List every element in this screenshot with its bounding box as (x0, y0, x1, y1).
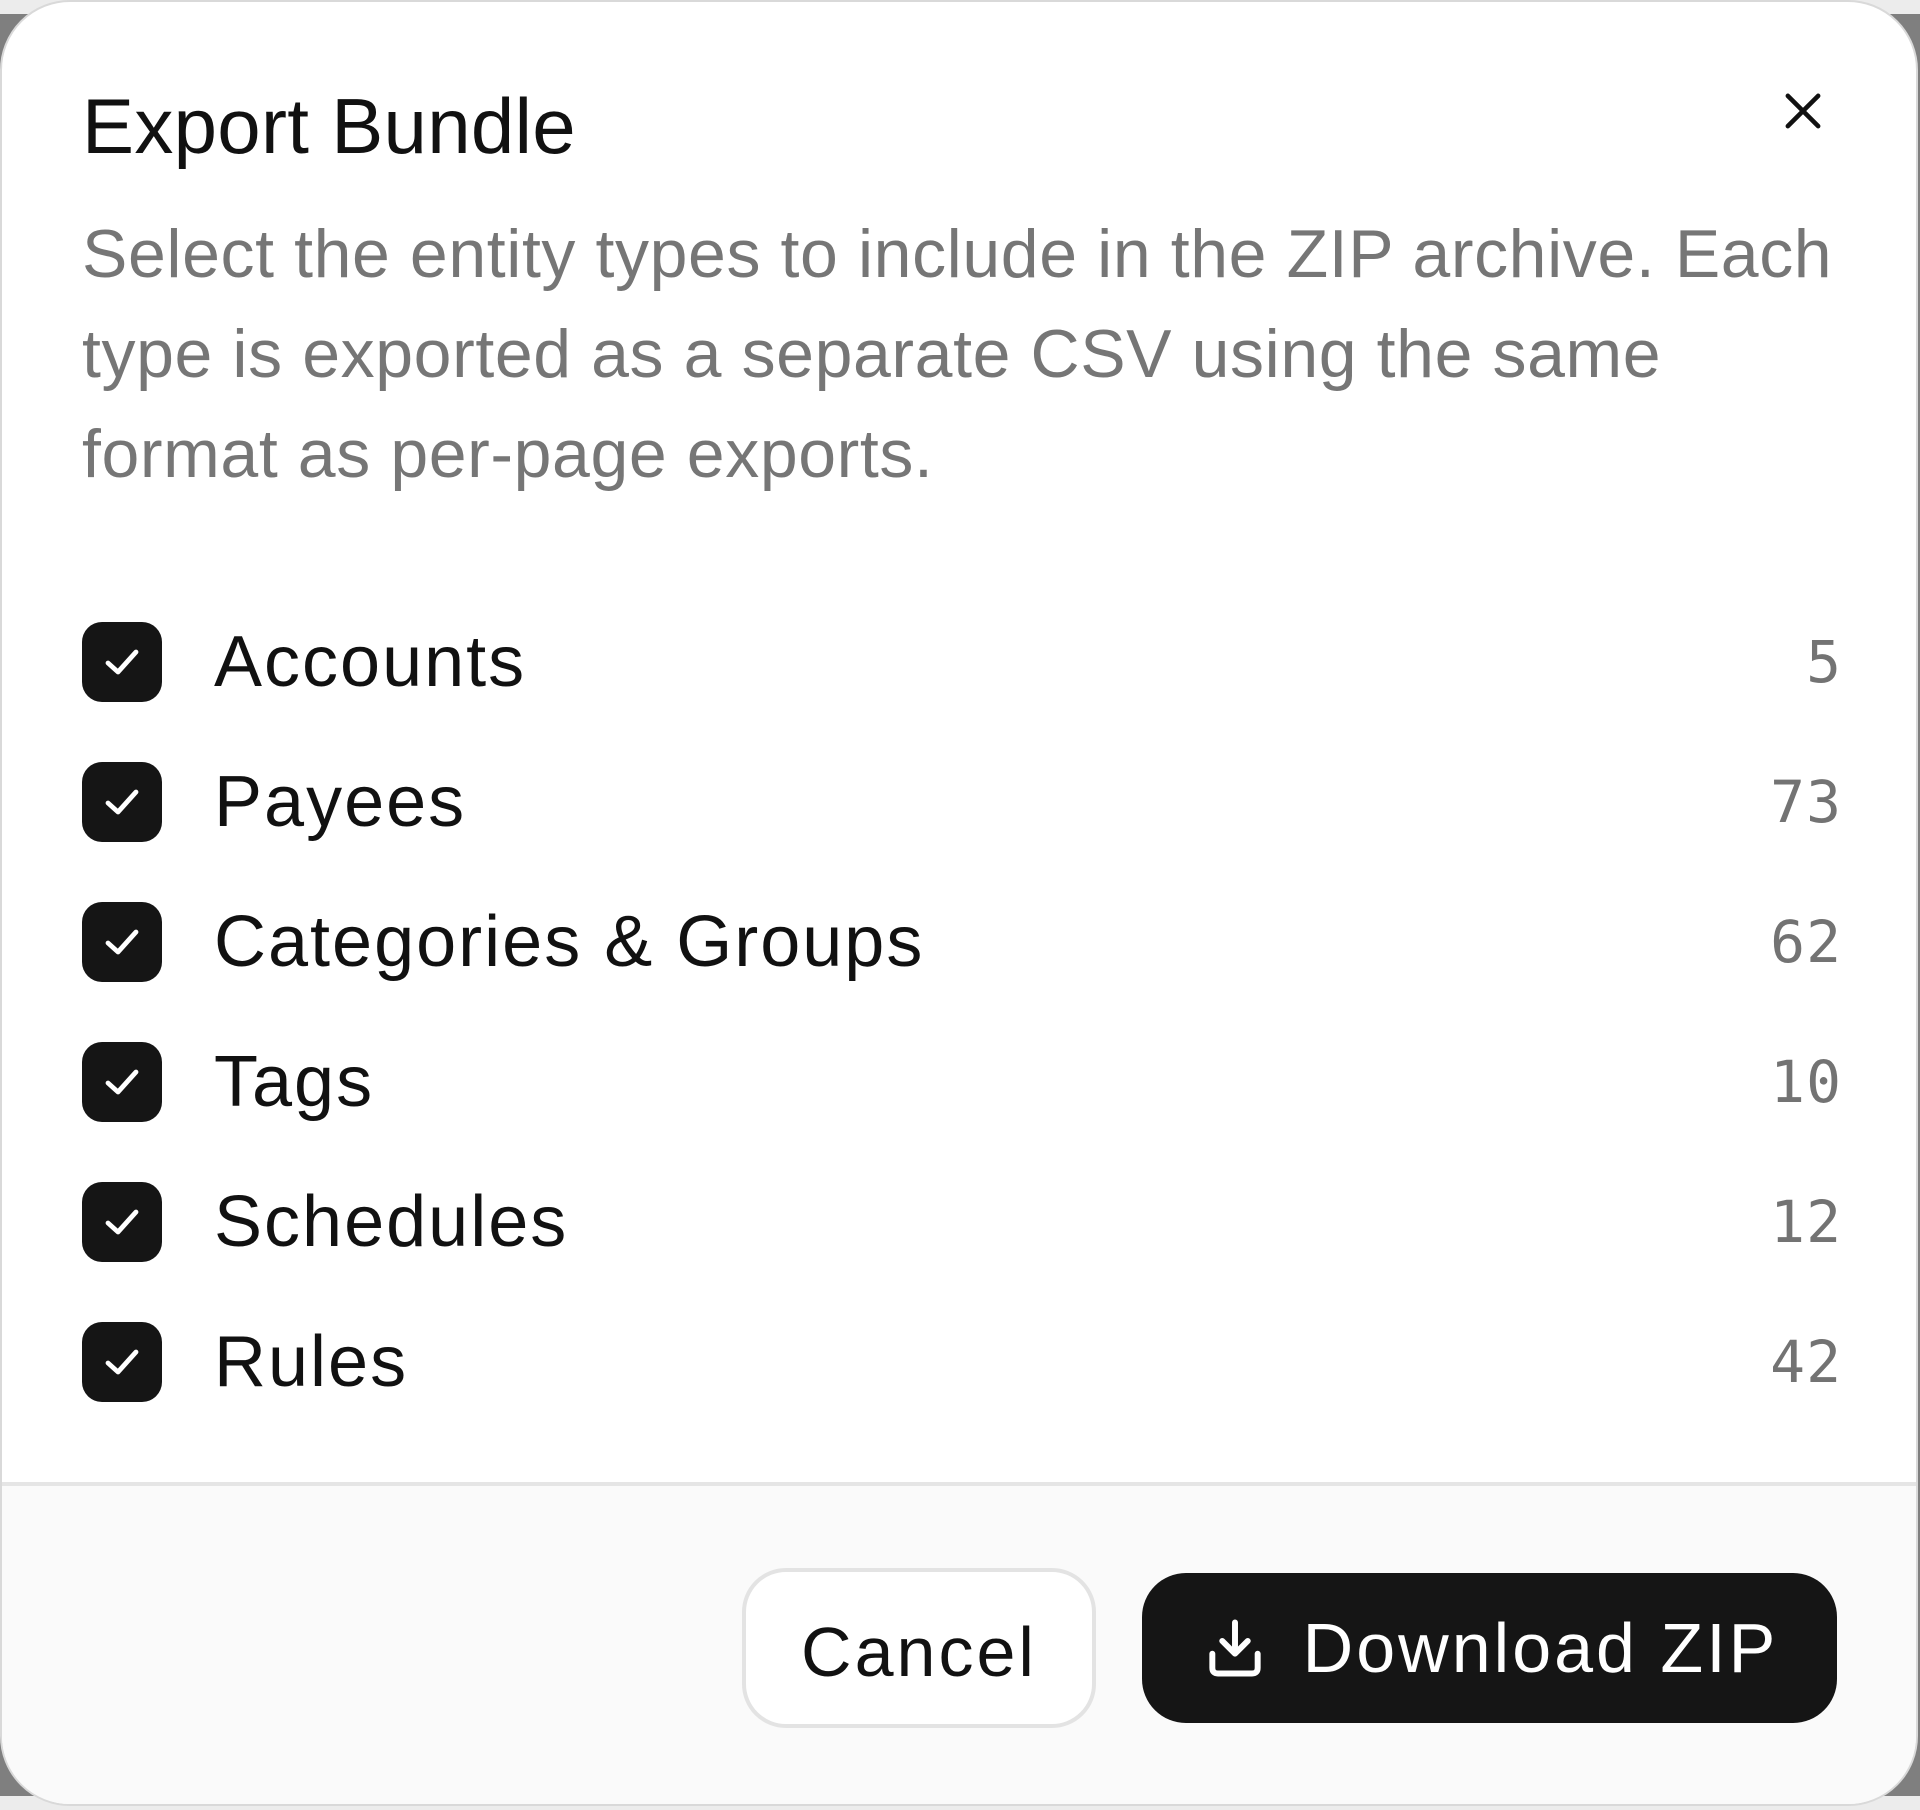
close-button[interactable] (1770, 78, 1836, 144)
dialog-description: Select the entity types to include in th… (82, 216, 1833, 492)
entity-row-payees[interactable]: Payees 73 (82, 732, 1842, 872)
entity-row-categories-groups[interactable]: Categories & Groups 62 (82, 872, 1842, 1012)
entity-count-payees: 73 (1770, 768, 1842, 836)
entity-count-categories-groups: 62 (1770, 908, 1842, 976)
tags-checkbox[interactable] (82, 1042, 162, 1122)
payees-checkbox[interactable] (82, 762, 162, 842)
check-icon (105, 649, 139, 675)
schedules-checkbox[interactable] (82, 1182, 162, 1262)
dialog-header: Export Bundle (82, 80, 1836, 180)
rules-checkbox[interactable] (82, 1322, 162, 1402)
entity-label-tags: Tags (214, 1042, 375, 1122)
entity-row-rules[interactable]: Rules 42 (82, 1292, 1842, 1432)
entity-label-categories-groups: Categories & Groups (214, 902, 925, 982)
entity-count-rules: 42 (1770, 1328, 1842, 1396)
categories-groups-checkbox[interactable] (82, 902, 162, 982)
accounts-checkbox[interactable] (82, 622, 162, 702)
entity-count-tags: 10 (1770, 1048, 1842, 1116)
entity-label-payees: Payees (214, 762, 467, 842)
close-icon (1785, 93, 1821, 129)
entity-count-schedules: 12 (1770, 1188, 1842, 1256)
entity-count-accounts: 5 (1806, 628, 1842, 696)
dialog-title: Export Bundle (82, 82, 576, 170)
download-zip-label: Download ZIP (1302, 1609, 1779, 1687)
download-icon (1209, 1619, 1261, 1677)
entity-label-rules: Rules (214, 1322, 409, 1402)
check-icon (105, 1209, 139, 1235)
export-bundle-dialog: Export Bundle Select the entity types to… (0, 0, 1918, 1806)
cancel-button[interactable]: Cancel (742, 1568, 1096, 1728)
entity-row-schedules[interactable]: Schedules 12 (82, 1152, 1842, 1292)
dialog-footer: Cancel Download ZIP (2, 1482, 1916, 1804)
entity-label-accounts: Accounts (214, 622, 527, 702)
check-icon (105, 929, 139, 955)
check-icon (105, 1069, 139, 1095)
entity-row-accounts[interactable]: Accounts 5 (82, 592, 1842, 732)
entity-type-list: Accounts 5 Payees 73 Categories & Groups… (82, 592, 1842, 1432)
check-icon (105, 789, 139, 815)
entity-row-tags[interactable]: Tags 10 (82, 1012, 1842, 1152)
check-icon (105, 1349, 139, 1375)
download-zip-button[interactable]: Download ZIP (1142, 1573, 1837, 1723)
entity-label-schedules: Schedules (214, 1182, 569, 1262)
